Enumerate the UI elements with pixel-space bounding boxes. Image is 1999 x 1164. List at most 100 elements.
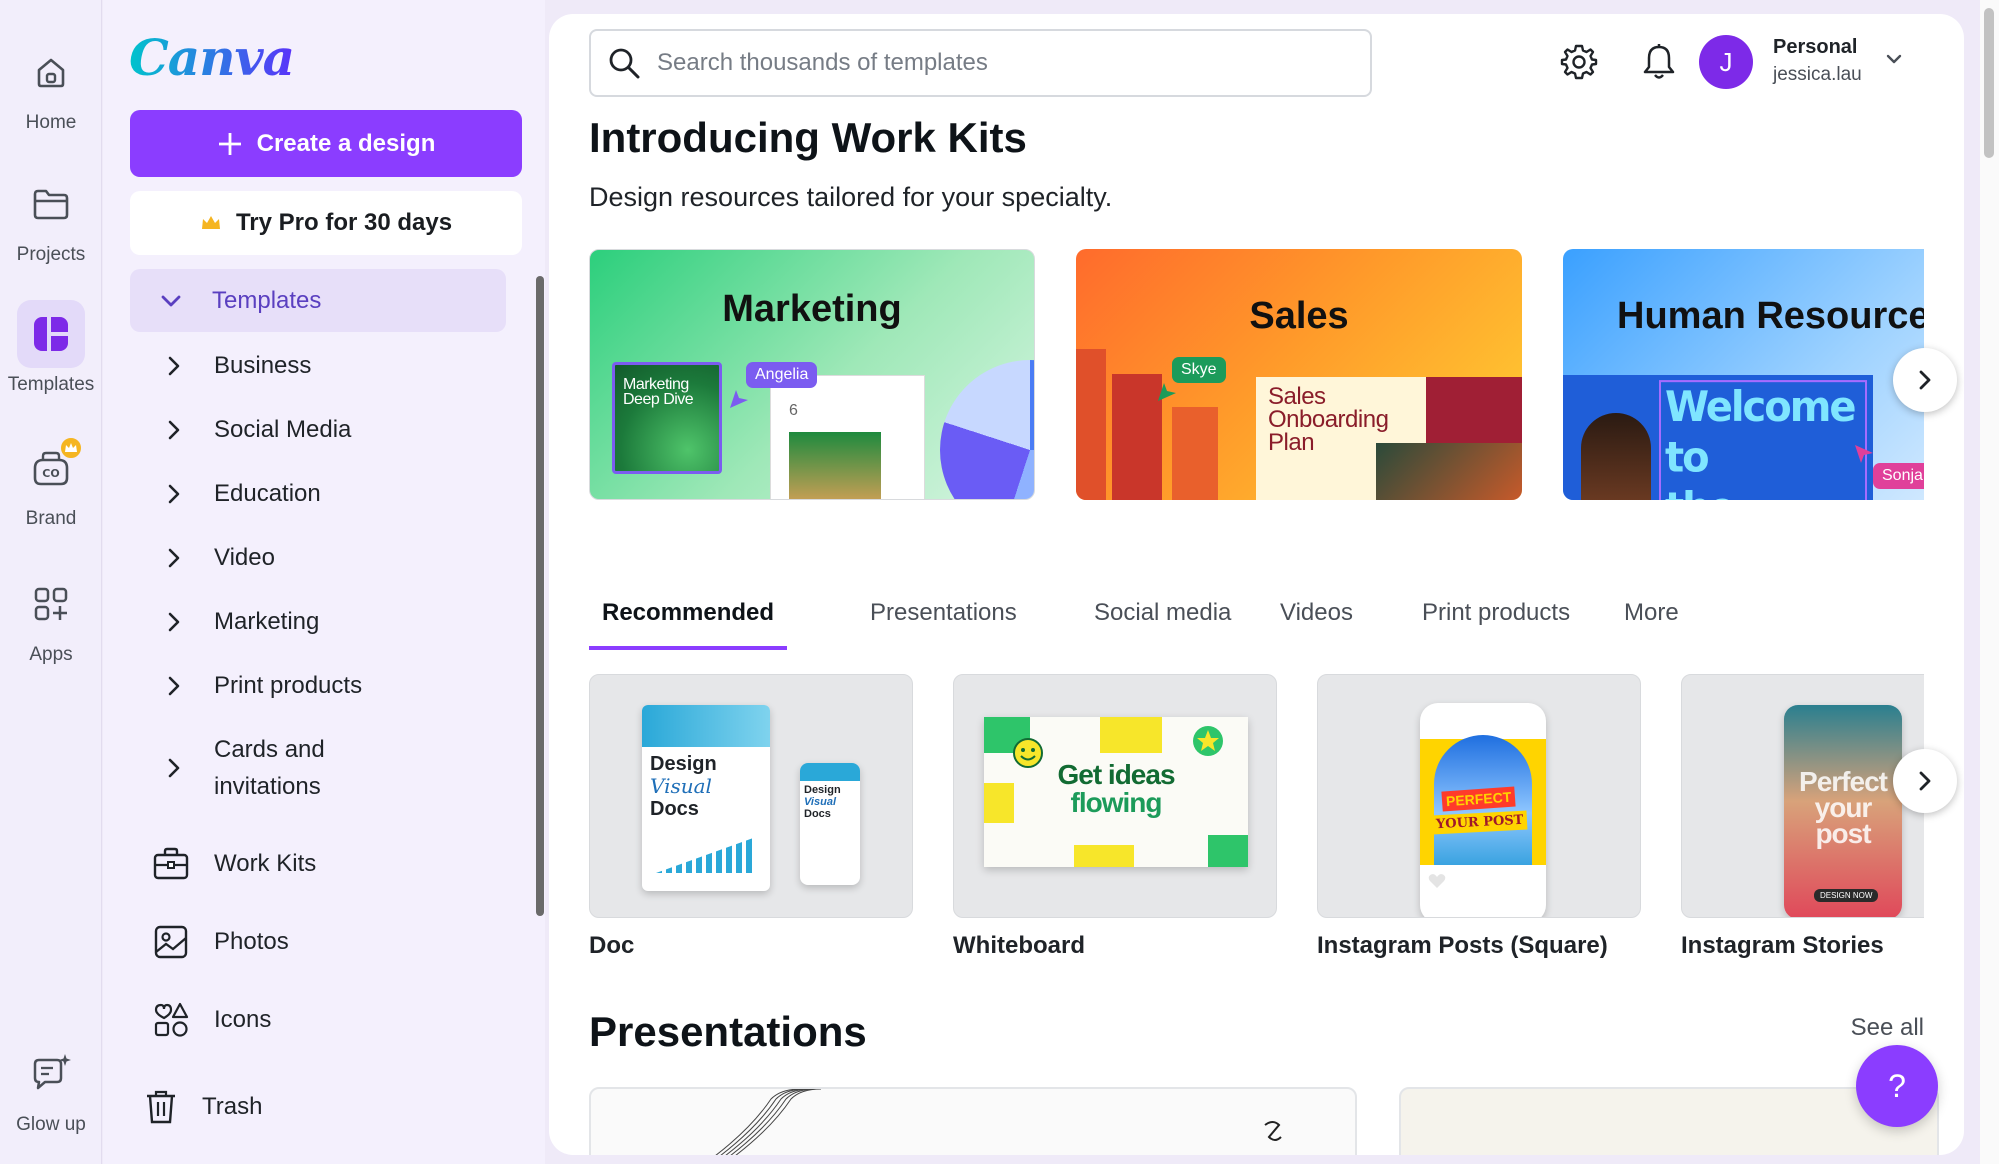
template-category-video[interactable]: Video (130, 539, 506, 576)
chevron-right-icon (130, 612, 200, 632)
kit-bar (1076, 349, 1106, 500)
nav-photos[interactable]: Photos (130, 912, 506, 972)
brand-icon: CO (17, 434, 85, 502)
presentation-card[interactable] (589, 1087, 1357, 1155)
doc-preview-line1: Design (650, 753, 717, 775)
templates-carousel-next-button[interactable] (1893, 749, 1957, 813)
nav-trash[interactable]: Trash (130, 1077, 506, 1137)
category-label: Marketing (214, 608, 320, 635)
template-label: Doc (589, 932, 635, 959)
nav-icons[interactable]: Icons (130, 990, 506, 1050)
whiteboard-line1: Get ideas (1057, 759, 1175, 790)
doc-mobile-text: Design Visual Docs (800, 781, 860, 823)
template-card-instagram-post[interactable]: PERFECT YOUR POST Instagram Posts (Squar… (1317, 674, 1641, 960)
rail-brand[interactable]: CO Brand (0, 434, 102, 554)
rail-apps[interactable]: Apps (0, 570, 102, 690)
tab-presentations[interactable]: Presentations (857, 580, 1030, 650)
crown-badge-icon (59, 436, 83, 460)
collaborator-tag: Sonja (1873, 463, 1924, 489)
template-category-print-products[interactable]: Print products (130, 667, 506, 704)
work-kit-title: Sales (1249, 295, 1349, 337)
work-kit-title: Marketing (722, 288, 902, 330)
briefcase-icon (130, 847, 192, 881)
see-all-link[interactable]: See all (1851, 1014, 1924, 1042)
kit-doc-line3: Plan (1268, 429, 1315, 456)
try-pro-label: Try Pro for 30 days (235, 209, 453, 236)
rail-templates-label: Templates (7, 374, 95, 395)
template-card-doc[interactable]: Design Visual Docs Design Visual Docs Do… (589, 674, 913, 960)
template-category-education[interactable]: Education (130, 475, 506, 512)
tab-social-media[interactable]: Social media (1081, 580, 1244, 650)
nav-work-kits-label: Work Kits (214, 850, 317, 877)
chevron-right-icon (1919, 771, 1931, 791)
kit-poster-text: Welcome to the team! (1659, 380, 1867, 500)
kit-poster: Welcome to the team! (1563, 375, 1873, 500)
template-card-whiteboard[interactable]: Get ideas flowing Whiteboard (953, 674, 1277, 960)
nav-work-kits[interactable]: Work Kits (130, 834, 506, 894)
kit-doc-number: 6 (789, 402, 798, 419)
presentation-line-art (715, 1089, 822, 1155)
rail-home-label: Home (25, 112, 77, 133)
whiteboard-line2: flowing (1070, 787, 1163, 818)
main-content: J Personal jessica.lau Introducing Work … (549, 14, 1964, 1155)
work-kit-card-marketing[interactable]: Marketing 6 Marketing Deep Dive Angelia (589, 249, 1035, 500)
kit-bar (1112, 374, 1162, 500)
panel-scrollbar[interactable] (536, 276, 544, 916)
kit-doc-photo (1376, 443, 1522, 500)
template-category-cards-invitations[interactable]: Cards and invitations (130, 731, 506, 805)
page-scrollbar-track[interactable] (1980, 0, 1999, 1164)
shapes-icon (130, 1002, 192, 1038)
kits-carousel-next-button[interactable] (1893, 348, 1957, 412)
tab-print-products[interactable]: Print products (1409, 580, 1583, 650)
create-design-button[interactable]: Create a design (130, 110, 522, 177)
template-category-marketing[interactable]: Marketing (130, 603, 506, 640)
doc-preview-large: Design Visual Docs (642, 705, 770, 891)
create-design-label: Create a design (256, 129, 436, 157)
template-thumbnail: PERFECT YOUR POST (1317, 674, 1641, 918)
doc-mobile-line3: Docs (804, 808, 831, 820)
doc-mobile-header (800, 763, 860, 781)
cursor-icon (1855, 445, 1873, 463)
templates-section-toggle[interactable]: Templates (130, 269, 506, 332)
cursor-icon (730, 390, 748, 408)
doc-preview-chart (656, 837, 756, 873)
kit-poster-line1: Welcome to (1665, 383, 1857, 482)
smiley-icon (1013, 738, 1043, 768)
kit-thumb-text: Marketing Deep Dive (623, 377, 694, 408)
kit-thumb-marketing: Marketing Deep Dive (612, 362, 722, 474)
rail-projects-label: Projects (16, 244, 86, 265)
template-category-business[interactable]: Business (130, 347, 506, 384)
rail-glowup[interactable]: Glow up (0, 1040, 102, 1160)
page-scrollbar-thumb[interactable] (1984, 8, 1994, 158)
work-kit-card-sales[interactable]: Sales Skye Sales Onboarding Plan (1076, 249, 1522, 500)
help-button[interactable]: ? (1856, 1045, 1938, 1127)
whiteboard-sticky (1074, 845, 1134, 867)
category-label: Cards and invitations (200, 731, 325, 805)
template-thumbnail: Perfect your post DESIGN NOW (1681, 674, 1924, 918)
try-pro-button[interactable]: Try Pro for 30 days (130, 191, 522, 255)
tab-recommended[interactable]: Recommended (589, 580, 788, 650)
chevron-right-icon (130, 420, 200, 440)
kit-doc-preview: 6 (770, 375, 925, 499)
doc-preview-line3: Docs (650, 798, 699, 820)
apps-icon (17, 570, 85, 638)
rail-templates[interactable]: Templates (0, 300, 102, 420)
home-icon (17, 38, 85, 106)
template-card-instagram-stories[interactable]: Perfect your post DESIGN NOW Instagram S… (1681, 674, 1924, 960)
doc-mobile-line2: Visual (804, 796, 836, 808)
rail-home[interactable]: Home (0, 38, 102, 158)
tab-videos[interactable]: Videos (1267, 580, 1366, 650)
work-kit-card-human-resources[interactable]: Human Resource Welcome to the team! Sonj… (1563, 249, 1924, 500)
category-label-line2: invitations (214, 773, 321, 800)
kit-pie-graphic (940, 360, 1034, 499)
template-label: Instagram Stories (1681, 932, 1884, 959)
rail-projects[interactable]: Projects (0, 170, 102, 290)
work-kits-carousel: Marketing 6 Marketing Deep Dive Angelia … (549, 14, 1924, 514)
heart-icon (1428, 874, 1446, 888)
template-thumbnail: Design Visual Docs Design Visual Docs (589, 674, 913, 918)
canva-logo[interactable]: Canva (129, 28, 295, 87)
template-category-social-media[interactable]: Social Media (130, 411, 506, 448)
tab-more[interactable]: More (1611, 580, 1692, 650)
nav-trash-label: Trash (202, 1093, 263, 1120)
whiteboard-sticky (1208, 835, 1248, 867)
